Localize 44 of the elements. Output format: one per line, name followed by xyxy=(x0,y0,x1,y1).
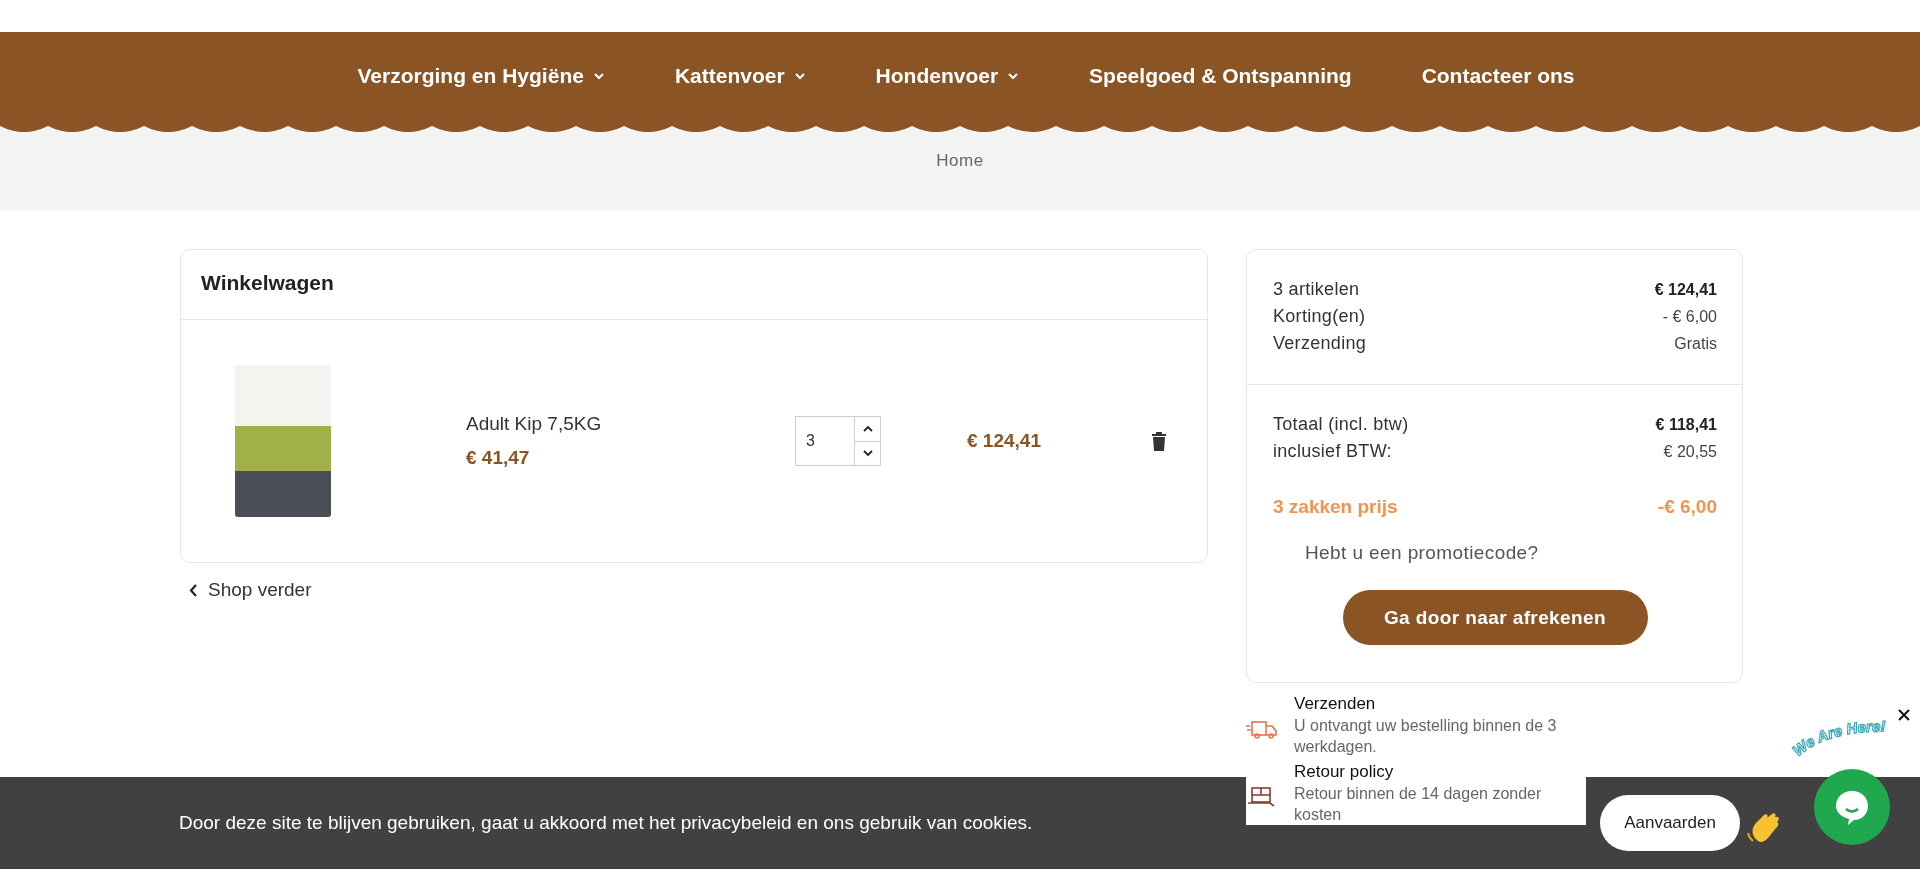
chevron-down-icon xyxy=(862,449,873,457)
badge-text: We Are Here! xyxy=(1780,717,1920,767)
cookie-message: Door deze site te blijven gebruiken, gaat u akkoord met het privacybeleid en ons gebruik van cookies. xyxy=(179,812,1033,834)
feature-title: Verzenden xyxy=(1294,693,1377,715)
summary-label: inclusief BTW: xyxy=(1273,441,1392,462)
chevron-down-icon xyxy=(793,72,806,80)
close-button[interactable] xyxy=(1896,707,1912,723)
nav-link[interactable]: Contacteer ons xyxy=(1421,64,1575,88)
chevron-left-icon xyxy=(189,583,198,597)
breadcrumb-link[interactable]: Home xyxy=(936,151,984,171)
cart-title: Winkelwagen xyxy=(181,250,1207,320)
chevron-up-icon xyxy=(862,425,873,433)
line-total: € 124,41 xyxy=(967,430,1042,452)
trash-icon xyxy=(1151,431,1167,451)
quantity-field[interactable]: 3 xyxy=(795,416,854,466)
nav-link[interactable]: Kattenvoer xyxy=(674,64,806,88)
summary-value: Gratis xyxy=(1674,334,1717,353)
checkout-button[interactable]: Ga door naar afrekenen xyxy=(1342,590,1648,645)
nav-link[interactable]: Hondenvoer xyxy=(875,64,1020,88)
unit-price: € 41,47 xyxy=(466,447,531,469)
summary-label: Korting(en) xyxy=(1273,306,1366,327)
chevron-down-icon xyxy=(1007,72,1020,80)
product-name-link[interactable]: Adult Kip 7,5KG xyxy=(466,413,795,435)
discount-label: 3 zakken prijs xyxy=(1273,495,1398,518)
feature-title: Retour policy xyxy=(1294,761,1395,783)
nav-link[interactable]: Speelgoed & Ontspanning xyxy=(1089,64,1352,88)
summary-label: Verzending xyxy=(1273,333,1367,354)
continue-shopping-link[interactable]: Shop verder xyxy=(189,579,312,601)
summary-value: - € 6,00 xyxy=(1662,307,1717,326)
discount-value: -€ 6,00 xyxy=(1657,495,1717,518)
chevron-down-icon xyxy=(592,72,605,80)
close-icon xyxy=(1898,709,1910,721)
summary-value: € 20,55 xyxy=(1663,442,1717,461)
feature-description: Retour binnen de 14 dagen zonder kosten xyxy=(1294,784,1543,825)
accept-button[interactable]: Aanvaarden xyxy=(1600,795,1740,851)
summary-value: € 124,41 xyxy=(1654,280,1717,299)
promo-code-link[interactable]: Hebt u een promotiecode? xyxy=(1305,542,1539,564)
waving-hand-icon xyxy=(1746,811,1782,845)
summary-label: Totaal (incl. btw) xyxy=(1273,414,1409,435)
summary-value: € 118,41 xyxy=(1655,415,1717,434)
summary-label: 3 artikelen xyxy=(1273,279,1360,300)
feature-description: U ontvangt uw bestelling binnen de 3 werkdagen. xyxy=(1294,716,1558,757)
delete-button[interactable] xyxy=(1149,429,1169,453)
nav-link[interactable]: Verzorging en Hygiëne xyxy=(357,64,605,88)
